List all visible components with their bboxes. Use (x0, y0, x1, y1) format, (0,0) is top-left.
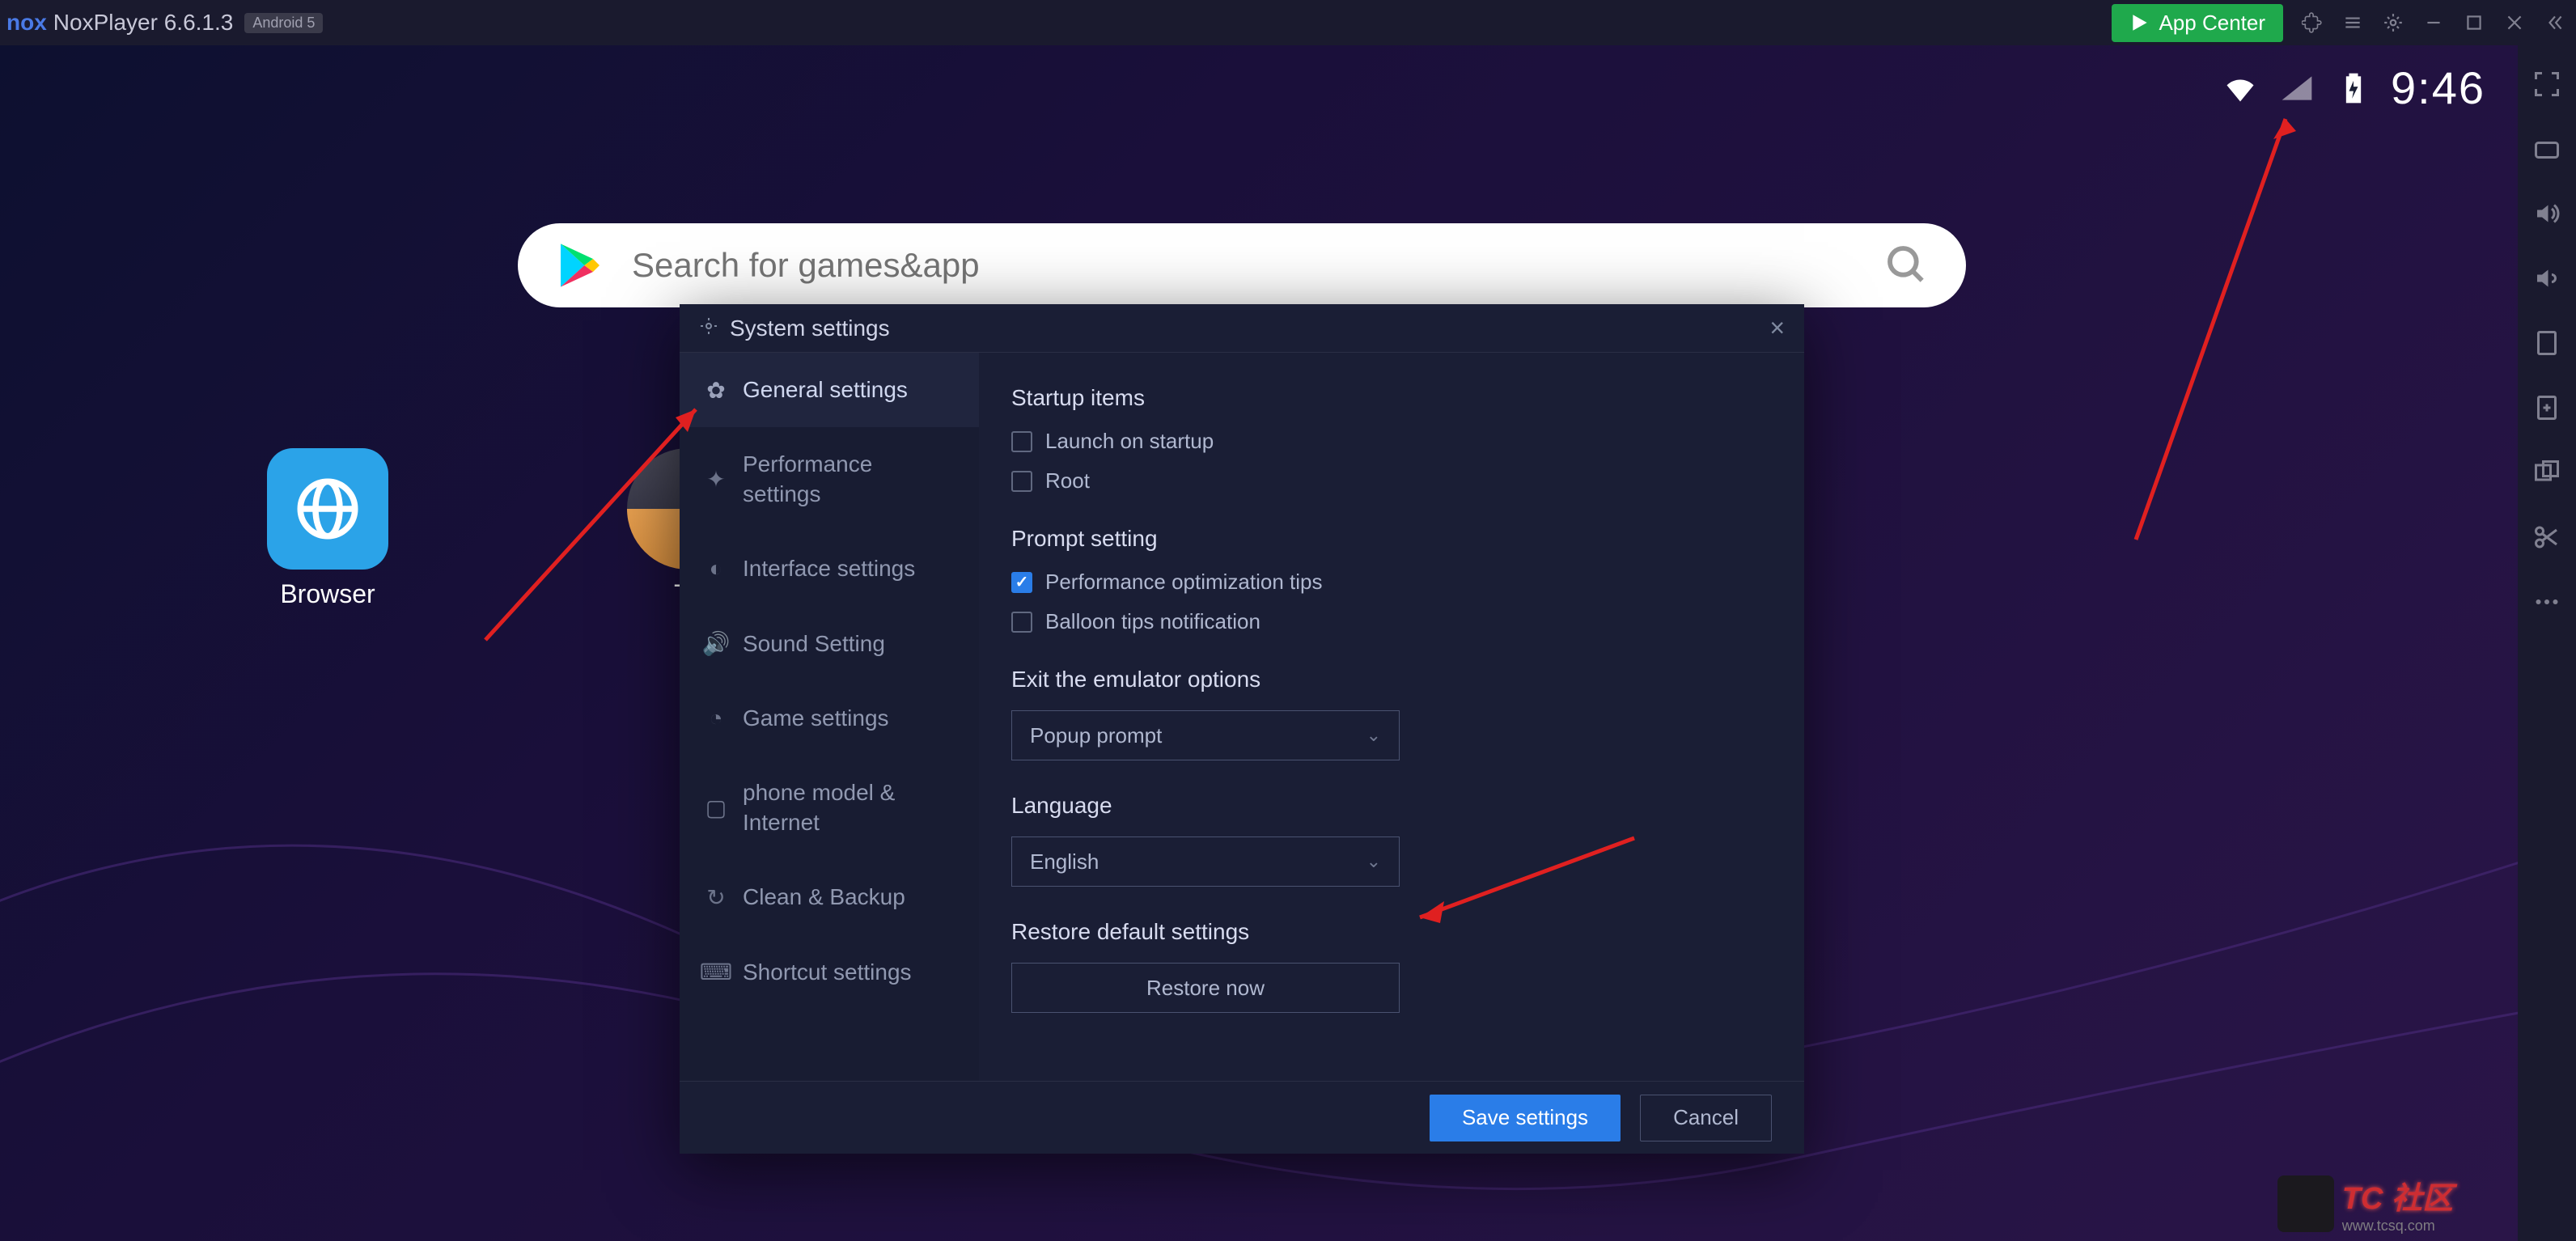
android-statusbar: 9:46 (2221, 61, 2485, 114)
volume-up-icon[interactable] (2531, 197, 2563, 230)
right-toolbar (2518, 45, 2576, 1241)
modal-header: System settings × (680, 304, 1804, 353)
general-icon: ✿ (704, 378, 728, 402)
app-name: NoxPlayer 6.6.1.3 (53, 10, 234, 36)
desktop-area: 9:46 Browser To (0, 45, 2518, 1241)
maximize-icon[interactable] (2463, 11, 2485, 34)
cancel-button[interactable]: Cancel (1640, 1095, 1772, 1141)
clean-icon: ↻ (704, 885, 728, 909)
sound-icon: 🔊 (704, 632, 728, 656)
play-store-icon (554, 239, 606, 291)
settings-content: Startup items Launch on startup Root Pro… (979, 353, 1804, 1081)
collapse-icon[interactable] (2544, 11, 2566, 34)
app-center-button[interactable]: App Center (2112, 4, 2283, 42)
prompt-section-title: Prompt setting (1011, 526, 1772, 552)
modal-title: System settings (730, 316, 890, 341)
modal-close-icon[interactable]: × (1769, 313, 1785, 343)
search-icon[interactable] (1884, 243, 1930, 288)
sidebar-item-performance[interactable]: ✦ Performance settings (680, 427, 979, 532)
close-icon[interactable] (2503, 11, 2526, 34)
gear-icon[interactable] (2382, 11, 2404, 34)
restore-section-title: Restore default settings (1011, 919, 1772, 945)
phone-icon: ▢ (704, 796, 728, 820)
shortcut-icon: ⌨ (704, 960, 728, 985)
sidebar-item-phone[interactable]: ▢ phone model & Internet (680, 756, 979, 860)
minimize-icon[interactable] (2422, 11, 2445, 34)
wifi-icon (2221, 69, 2260, 108)
clock: 9:46 (2391, 61, 2485, 114)
watermark: TC 社区 www.tcsq.com (2277, 1173, 2453, 1235)
chevron-down-icon: ⌄ (1366, 851, 1381, 872)
signal-icon (2277, 69, 2316, 108)
chevron-down-icon: ⌄ (1366, 725, 1381, 746)
checkbox-icon (1011, 612, 1032, 633)
multi-window-icon[interactable] (2531, 456, 2563, 489)
exit-section-title: Exit the emulator options (1011, 667, 1772, 693)
sidebar-item-sound[interactable]: 🔊 Sound Setting (680, 607, 979, 681)
battery-icon (2334, 69, 2373, 108)
performance-icon: ✦ (704, 468, 728, 492)
restore-button[interactable]: Restore now (1011, 963, 1400, 1013)
interface-icon: ◐ (704, 557, 728, 581)
app-logo: nox NoxPlayer 6.6.1.3 Android 5 (6, 10, 323, 36)
android-badge: Android 5 (244, 13, 323, 33)
balloon-tips-checkbox[interactable]: Balloon tips notification (1011, 609, 1772, 634)
modal-footer: Save settings Cancel (680, 1081, 1804, 1154)
file-icon[interactable] (2531, 327, 2563, 359)
gear-icon (699, 316, 718, 340)
checkbox-icon (1011, 431, 1032, 452)
browser-icon (267, 448, 388, 570)
titlebar: nox NoxPlayer 6.6.1.3 Android 5 App Cent… (0, 0, 2576, 45)
game-icon: ◔ (704, 706, 728, 731)
sidebar-item-game[interactable]: ◔ Game settings (680, 681, 979, 756)
search-bar[interactable] (518, 223, 1966, 307)
launch-startup-checkbox[interactable]: Launch on startup (1011, 429, 1772, 454)
search-input[interactable] (632, 246, 1884, 285)
exit-option-select[interactable]: Popup prompt ⌄ (1011, 710, 1400, 760)
sidebar-item-interface[interactable]: ◐ Interface settings (680, 532, 979, 606)
more-icon[interactable] (2531, 586, 2563, 618)
checkbox-icon (1011, 471, 1032, 492)
extension-icon[interactable] (2301, 11, 2324, 34)
fullscreen-icon[interactable] (2531, 68, 2563, 100)
sidebar-item-shortcut[interactable]: ⌨ Shortcut settings (680, 935, 979, 1010)
sidebar-item-clean[interactable]: ↻ Clean & Backup (680, 860, 979, 934)
browser-label: Browser (280, 579, 375, 609)
add-file-icon[interactable] (2531, 392, 2563, 424)
root-checkbox[interactable]: Root (1011, 468, 1772, 493)
volume-down-icon[interactable] (2531, 262, 2563, 294)
perf-tips-checkbox[interactable]: Performance optimization tips (1011, 570, 1772, 595)
startup-section-title: Startup items (1011, 385, 1772, 411)
annotation-arrow (2112, 91, 2354, 556)
language-section-title: Language (1011, 793, 1772, 819)
menu-icon[interactable] (2341, 11, 2364, 34)
sidebar-item-general[interactable]: ✿ General settings (680, 353, 979, 427)
checkbox-icon (1011, 572, 1032, 593)
save-button[interactable]: Save settings (1430, 1095, 1621, 1141)
keyboard-icon[interactable] (2531, 133, 2563, 165)
browser-app[interactable]: Browser (267, 448, 388, 609)
system-settings-modal: System settings × ✿ General settings ✦ P… (680, 304, 1804, 1154)
settings-sidebar: ✿ General settings ✦ Performance setting… (680, 353, 979, 1081)
language-select[interactable]: English ⌄ (1011, 837, 1400, 887)
scissors-icon[interactable] (2531, 521, 2563, 553)
